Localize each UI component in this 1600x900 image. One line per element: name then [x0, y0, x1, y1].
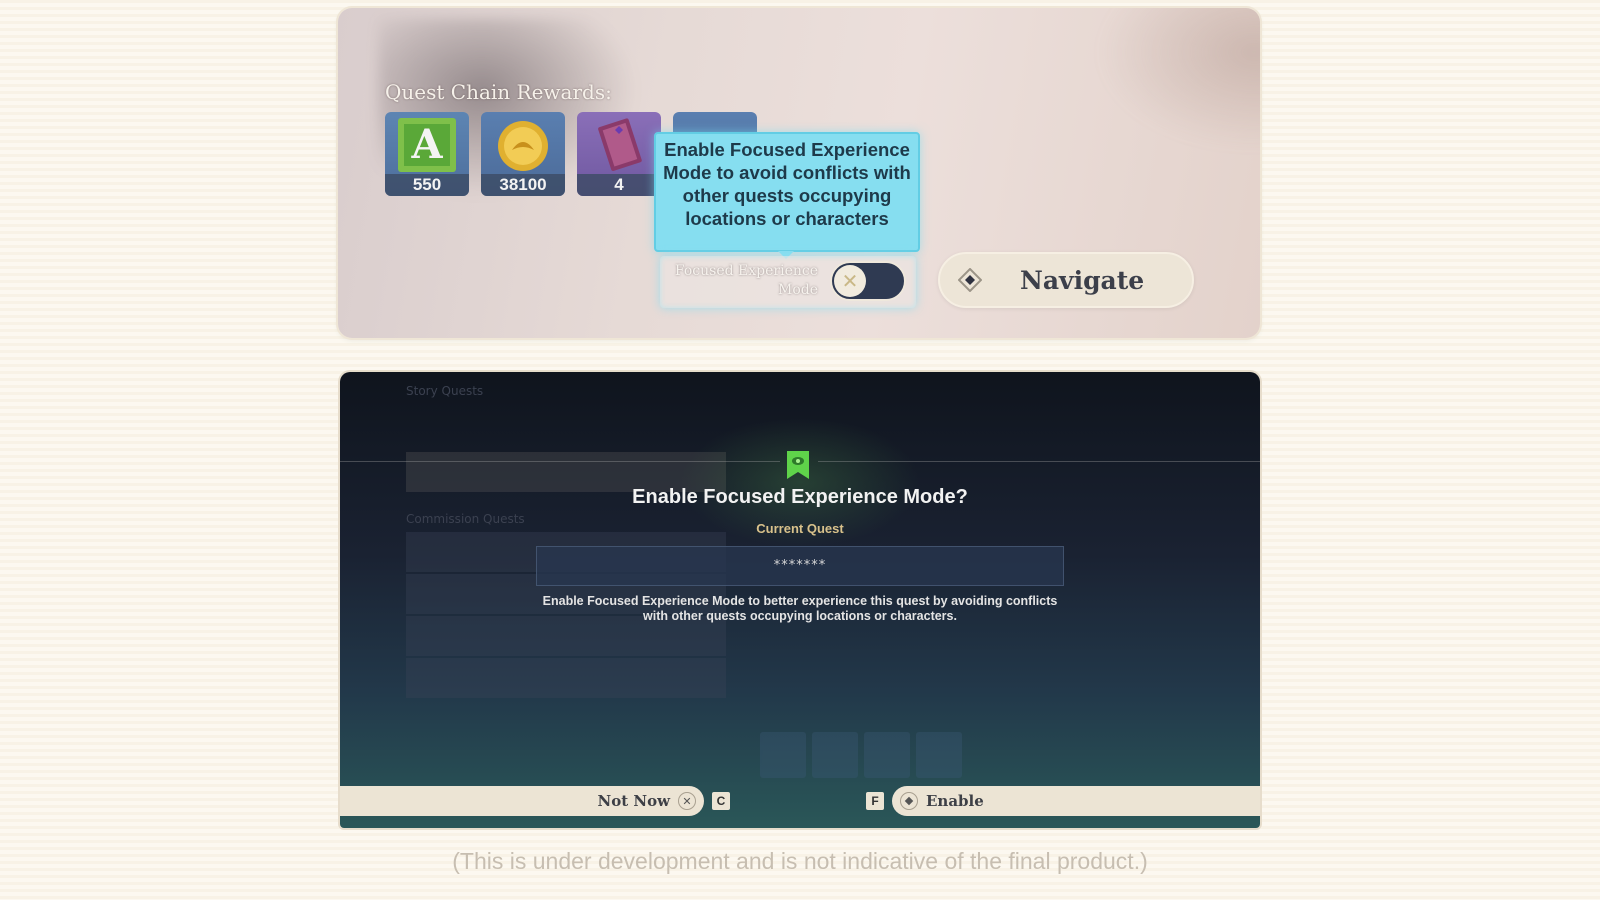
enable-button[interactable]: Enable — [892, 786, 1260, 816]
navigate-label: Navigate — [1020, 266, 1145, 295]
svg-text:A: A — [410, 121, 443, 168]
quest-details-panel: Quest Chain Rewards: A 550 38100 4 Enabl… — [338, 8, 1260, 338]
focus-mode-control: Focused Experience Mode ✕ — [660, 256, 916, 308]
reward-count: 4 — [577, 174, 661, 196]
enable-label: Enable — [926, 792, 984, 810]
keybind-f: F — [866, 792, 884, 810]
focus-mode-tooltip: Enable Focused Experience Mode to avoid … — [654, 132, 920, 259]
title-divider-left — [340, 461, 780, 462]
dialog-action-bar: Not Now ✕ C F Enable — [340, 786, 1260, 816]
not-now-button[interactable]: Not Now ✕ — [340, 786, 704, 816]
reward-item[interactable]: 4 — [577, 112, 661, 196]
disclaimer-text: (This is under development and is not in… — [452, 848, 1148, 874]
focus-mode-dialog: Story Quests Commission Quests Enable Fo… — [340, 372, 1260, 828]
heros-wit-book-icon — [577, 116, 661, 174]
mora-coin-icon — [481, 116, 565, 174]
bg-rewards — [760, 732, 962, 778]
background-blur — [1098, 8, 1260, 148]
not-now-label: Not Now — [597, 792, 671, 810]
bg-quest-row — [406, 658, 726, 698]
reward-count: 550 — [385, 174, 469, 196]
bg-story-quests-label: Story Quests — [406, 384, 484, 398]
focus-mode-label: Focused Experience Mode — [674, 263, 818, 298]
reward-item[interactable]: 38100 — [481, 112, 565, 196]
close-icon: ✕ — [834, 265, 866, 297]
reward-count: 38100 — [481, 174, 565, 196]
dialog-title: Enable Focused Experience Mode? — [632, 486, 968, 508]
dialog-description: Enable Focused Experience Mode to better… — [542, 594, 1058, 623]
navigate-diamond-icon — [958, 268, 982, 292]
keybind-c: C — [712, 792, 730, 810]
current-quest-name: ******* — [536, 546, 1064, 586]
current-quest-label: Current Quest — [756, 521, 844, 536]
confirm-diamond-icon — [900, 792, 918, 810]
focus-mode-banner-icon — [787, 451, 809, 479]
focus-mode-toggle[interactable]: ✕ — [830, 261, 906, 301]
cancel-icon: ✕ — [678, 792, 696, 810]
adventure-exp-icon: A — [385, 116, 469, 174]
reward-item[interactable]: A 550 — [385, 112, 469, 196]
title-divider-right — [818, 461, 1260, 462]
navigate-button[interactable]: Navigate — [938, 252, 1194, 308]
rewards-title: Quest Chain Rewards: — [385, 80, 612, 104]
